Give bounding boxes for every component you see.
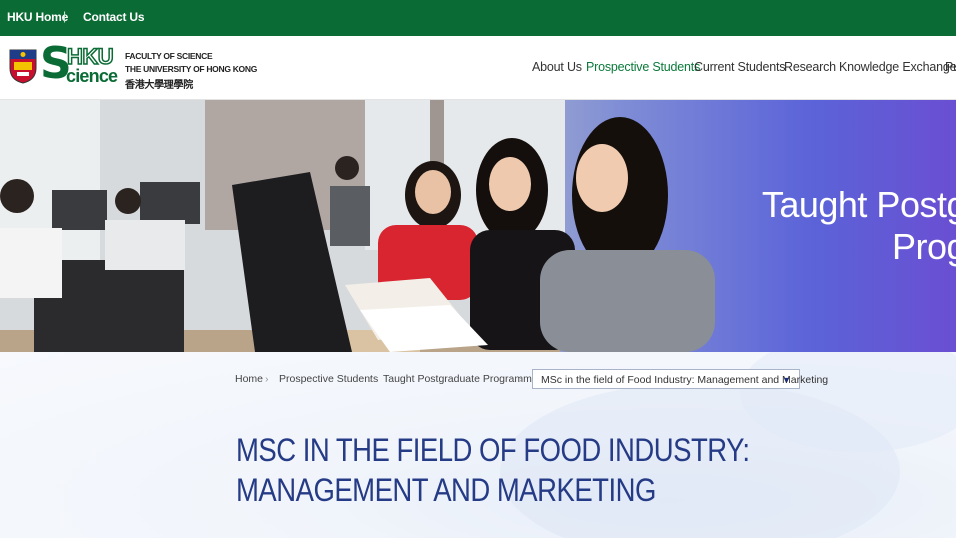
top-utility-bar: HKU Home | Contact Us (0, 0, 956, 36)
hero-title-line1: Taught Postg (761, 184, 956, 225)
hku-home-link[interactable]: HKU Home (7, 10, 68, 24)
caret-down-icon: ▼ (782, 375, 791, 385)
page-title: MSC IN THE FIELD OF FOOD INDUSTRY: MANAG… (236, 432, 750, 508)
nav-prospective-students[interactable]: Prospective Students (586, 60, 700, 74)
hero-title-line2: Prog (891, 226, 956, 267)
breadcrumb-current-dropdown[interactable]: MSc in the field of Food Industry: Manag… (532, 369, 828, 389)
chevron-right-icon: › (369, 373, 373, 385)
contact-us-link[interactable]: Contact Us (83, 10, 145, 24)
nav-truncated-item[interactable]: Pu (945, 60, 956, 74)
faculty-logo[interactable]: S HKU cience FACULTY OF SCIENCE THE UNIV… (0, 36, 257, 99)
logo-chinese-line: 香港大學理學院 (125, 80, 193, 91)
nav-knowledge-exchange[interactable]: Knowledge Exchange (839, 60, 956, 74)
logo-science: cience (66, 66, 118, 86)
breadcrumb-home[interactable]: Home (235, 373, 263, 385)
hku-crest-icon (9, 49, 37, 84)
logo-faculty-line: FACULTY OF SCIENCE (125, 51, 213, 61)
hero-banner: Taught Postg Prog (0, 100, 956, 352)
logo-hku: HKU (66, 44, 114, 69)
topbar-separator: | (63, 9, 67, 23)
nav-about-us[interactable]: About Us (532, 60, 582, 74)
breadcrumb-prospective-students[interactable]: Prospective Students (279, 373, 378, 385)
site-header: S HKU cience FACULTY OF SCIENCE THE UNIV… (0, 36, 956, 100)
breadcrumb-taught-postgraduate[interactable]: Taught Postgraduate Programme (383, 373, 538, 385)
chevron-right-icon: › (519, 373, 523, 385)
logo-university-line: THE UNIVERSITY OF HONG KONG (125, 64, 258, 74)
chevron-right-icon: › (265, 373, 269, 385)
hero-title: Taught Postg Prog (762, 184, 956, 268)
nav-research[interactable]: Research (784, 60, 836, 74)
nav-current-students[interactable]: Current Students (694, 60, 785, 74)
